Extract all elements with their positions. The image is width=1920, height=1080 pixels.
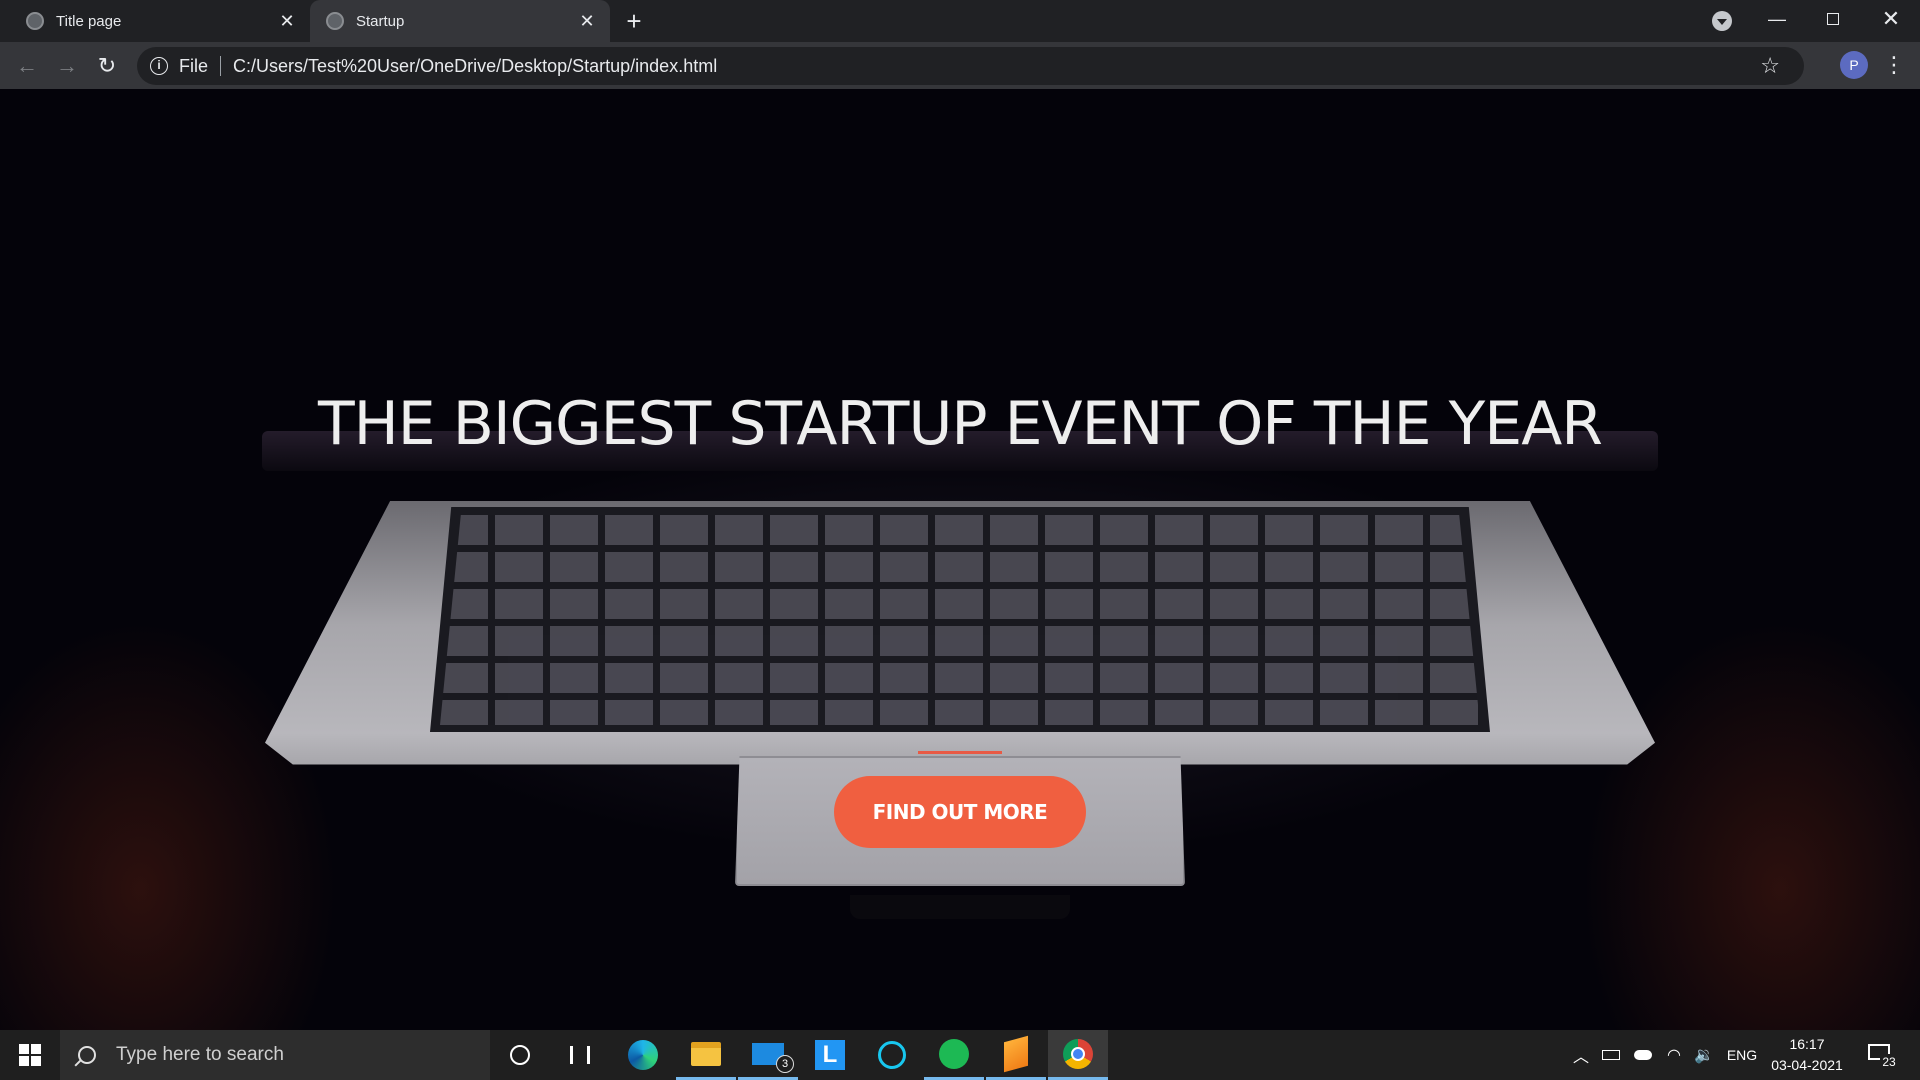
globe-icon — [326, 12, 344, 30]
volume-icon[interactable]: 🔉 — [1690, 1030, 1718, 1080]
minimize-button[interactable]: — — [1752, 4, 1802, 34]
onedrive-icon[interactable] — [1628, 1030, 1658, 1080]
tab-title: Startup — [356, 12, 405, 30]
windows-taskbar: Type here to search 3 L ︿ ◠ 🔉 ENG 16:17 … — [0, 1030, 1920, 1080]
sublime-text-button[interactable] — [986, 1030, 1046, 1080]
new-tab-button[interactable]: + — [620, 8, 648, 36]
star-icon[interactable]: ☆ — [1760, 53, 1780, 79]
language-indicator[interactable]: ENG — [1722, 1030, 1762, 1080]
tab-startup[interactable]: Startup ✕ — [310, 0, 610, 42]
alexa-button[interactable] — [862, 1030, 922, 1080]
page-content: THE BIGGEST STARTUP EVENT OF THE YEAR FI… — [0, 89, 1920, 1030]
arrow-left-icon[interactable]: ← — [9, 48, 45, 84]
cortana-icon — [510, 1045, 530, 1065]
task-view-button[interactable] — [550, 1030, 610, 1080]
sublime-text-icon — [1004, 1035, 1028, 1072]
mail-badge: 3 — [776, 1054, 794, 1073]
start-button[interactable] — [0, 1030, 60, 1080]
url-text[interactable]: C:/Users/Test%20User/OneDrive/Desktop/St… — [233, 56, 717, 77]
close-window-button[interactable]: ✕ — [1866, 4, 1916, 34]
arrow-right-icon[interactable]: → — [49, 48, 85, 84]
file-explorer-button[interactable] — [676, 1030, 736, 1080]
kebab-menu-icon[interactable]: ⋮ — [1882, 50, 1906, 82]
edge-button[interactable] — [613, 1030, 673, 1080]
laptop-notch — [850, 895, 1070, 919]
chrome-button[interactable] — [1048, 1030, 1108, 1080]
tab-title: Title page — [56, 12, 122, 30]
spotify-button[interactable] — [924, 1030, 984, 1080]
alexa-icon — [878, 1041, 906, 1069]
reload-icon[interactable]: ↻ — [89, 48, 125, 84]
title-divider — [918, 751, 1002, 754]
divider — [220, 56, 222, 76]
close-tab-icon[interactable]: ✕ — [276, 10, 298, 32]
restore-button[interactable] — [1808, 4, 1858, 34]
spotify-icon — [939, 1038, 969, 1069]
search-icon — [78, 1046, 96, 1064]
taskbar-clock[interactable]: 16:17 03-04-2021 — [1762, 1034, 1852, 1076]
find-out-more-button[interactable]: FIND OUT MORE — [834, 776, 1086, 848]
clock-time: 16:17 — [1789, 1036, 1825, 1052]
search-placeholder: Type here to search — [116, 1044, 284, 1065]
windows-logo-icon — [19, 1044, 41, 1066]
globe-icon — [26, 12, 44, 30]
chrome-icon — [1063, 1038, 1093, 1069]
action-center-button[interactable]: 23 — [1866, 1040, 1898, 1070]
taskbar-search-box[interactable]: Type here to search — [60, 1030, 490, 1080]
l-app-icon: L — [815, 1040, 845, 1070]
tab-search-icon[interactable] — [1712, 11, 1732, 31]
battery-icon[interactable] — [1598, 1030, 1624, 1080]
hero-title: THE BIGGEST STARTUP EVENT OF THE YEAR — [318, 389, 1603, 459]
mail-icon: 3 — [752, 1042, 794, 1073]
mail-button[interactable]: 3 — [738, 1030, 798, 1080]
close-tab-icon[interactable]: ✕ — [576, 10, 598, 32]
l-app-button[interactable]: L — [800, 1030, 860, 1080]
browser-toolbar: ← → ↻ i File C:/Users/Test%20User/OneDri… — [0, 42, 1920, 89]
notification-count: 23 — [1880, 1054, 1898, 1070]
edge-icon — [628, 1040, 658, 1070]
address-bar[interactable]: i File C:/Users/Test%20User/OneDrive/Des… — [137, 47, 1804, 85]
file-explorer-icon — [691, 1041, 721, 1066]
laptop-keys — [440, 515, 1480, 725]
tab-strip: Title page ✕ Startup ✕ + — ✕ — [0, 0, 1920, 42]
scheme-label: File — [179, 55, 209, 76]
wifi-icon[interactable]: ◠ — [1660, 1030, 1688, 1080]
clock-date: 03-04-2021 — [1771, 1057, 1843, 1073]
show-hidden-icons-chevron-icon[interactable]: ︿ — [1568, 1030, 1594, 1080]
task-view-icon — [570, 1046, 590, 1064]
tab-title-page[interactable]: Title page ✕ — [0, 0, 310, 42]
info-icon[interactable]: i — [150, 57, 168, 75]
profile-avatar[interactable]: P — [1840, 51, 1868, 79]
cortana-button[interactable] — [490, 1030, 550, 1080]
